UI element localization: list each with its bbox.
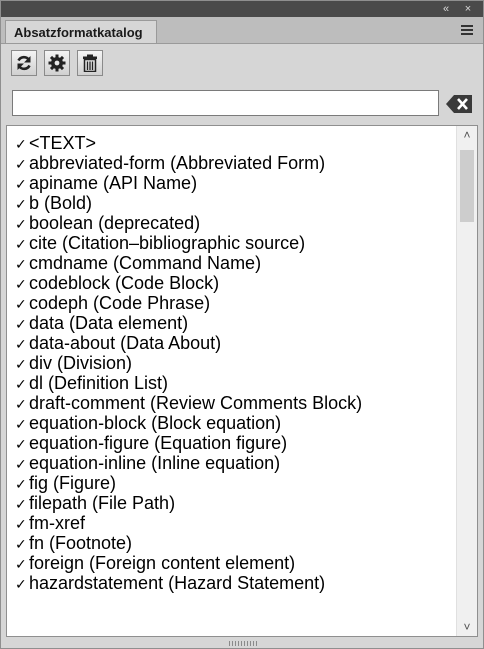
list-item[interactable]: ✓ filepath (File Path) xyxy=(7,493,455,513)
scroll-down-icon[interactable]: ˅ xyxy=(457,618,477,636)
checkmark-icon: ✓ xyxy=(15,176,27,192)
list-item-label: equation-inline (Inline equation) xyxy=(29,453,281,473)
paragraph-catalog-panel: « × Absatzformatkatalog ✓ <TEXT> ✓ abbre… xyxy=(0,0,484,649)
checkmark-icon: ✓ xyxy=(15,396,27,412)
checkmark-icon: ✓ xyxy=(15,556,27,572)
checkmark-icon: ✓ xyxy=(15,336,27,352)
list-item[interactable]: ✓ codeph (Code Phrase) xyxy=(7,293,455,313)
refresh-icon xyxy=(17,55,31,71)
list-item-label: div (Division) xyxy=(29,353,133,373)
list-item-label: filepath (File Path) xyxy=(29,493,176,513)
panel-tab-bar: Absatzformatkatalog xyxy=(1,17,483,44)
paragraph-format-list[interactable]: ✓ <TEXT> ✓ abbreviated-form (Abbreviated Fo… xyxy=(6,125,478,637)
checkmark-icon: ✓ xyxy=(15,216,27,232)
checkmark-icon: ✓ xyxy=(15,236,27,252)
list-item[interactable]: ✓ apiname (API Name) xyxy=(7,173,455,193)
list-item-label: foreign (Foreign content element) xyxy=(29,553,296,573)
checkmark-icon: ✓ xyxy=(15,316,27,332)
checkmark-icon: ✓ xyxy=(15,536,27,552)
checkmark-icon: ✓ xyxy=(15,156,27,172)
checkmark-icon: ✓ xyxy=(15,576,27,592)
close-panel-icon[interactable]: × xyxy=(461,2,475,16)
list-item[interactable]: ✓ hazardstatement (Hazard Statement) xyxy=(7,573,455,593)
list-item-label: fn (Footnote) xyxy=(29,533,133,553)
list-item[interactable]: ✓ data (Data element) xyxy=(7,313,455,333)
delete-button[interactable] xyxy=(77,50,103,76)
list-item[interactable]: ✓ boolean (deprecated) xyxy=(7,213,455,233)
checkmark-icon: ✓ xyxy=(15,196,27,212)
refresh-button[interactable] xyxy=(11,50,37,76)
list-item-label: equation-figure (Equation figure) xyxy=(29,433,288,453)
checkmark-icon: ✓ xyxy=(15,476,27,492)
list-item-label: fig (Figure) xyxy=(29,473,117,493)
list-item-label: data (Data element) xyxy=(29,313,189,333)
list-item-label: apiname (API Name) xyxy=(29,173,198,193)
checkmark-icon: ✓ xyxy=(15,456,27,472)
list-item[interactable]: ✓ b (Bold) xyxy=(7,193,455,213)
list-item-label: hazardstatement (Hazard Statement) xyxy=(29,573,326,593)
list-item-label: draft-comment (Review Comments Block) xyxy=(29,393,363,413)
list-item[interactable]: ✓ equation-figure (Equation figure) xyxy=(7,433,455,453)
catalog-search-input[interactable] xyxy=(12,90,439,116)
list-item[interactable]: ✓ equation-block (Block equation) xyxy=(7,413,455,433)
scroll-thumb[interactable] xyxy=(460,150,474,222)
checkmark-icon: ✓ xyxy=(15,136,27,152)
list-item-label: <TEXT> xyxy=(29,133,97,153)
checkmark-icon: ✓ xyxy=(15,376,27,392)
checkmark-icon: ✓ xyxy=(15,356,27,372)
checkmark-icon: ✓ xyxy=(15,516,27,532)
list-item-label: dl (Definition List) xyxy=(29,373,169,393)
panel-menu-icon[interactable] xyxy=(461,25,473,35)
list-item[interactable]: ✓ div (Division) xyxy=(7,353,455,373)
list-item-label: codeblock (Code Block) xyxy=(29,273,220,293)
scroll-up-icon[interactable]: ˄ xyxy=(457,126,477,144)
list-item-label: boolean (deprecated) xyxy=(29,213,201,233)
vertical-scrollbar[interactable]: ˄ ˅ xyxy=(456,126,477,636)
list-item[interactable]: ✓ equation-inline (Inline equation) xyxy=(7,453,455,473)
checkmark-icon: ✓ xyxy=(15,496,27,512)
list-item[interactable]: ✓ abbreviated-form (Abbreviated Form) xyxy=(7,153,455,173)
list-item[interactable]: ✓ data-about (Data About) xyxy=(7,333,455,353)
collapse-panel-icon[interactable]: « xyxy=(439,2,453,16)
list-item[interactable]: ✓ foreign (Foreign content element) xyxy=(7,553,455,573)
list-item[interactable]: ✓ fig (Figure) xyxy=(7,473,455,493)
list-item-label: b (Bold) xyxy=(29,193,93,213)
checkmark-icon: ✓ xyxy=(15,416,27,432)
list-item[interactable]: ✓ dl (Definition List) xyxy=(7,373,455,393)
list-item[interactable]: ✓ fm-xref xyxy=(7,513,455,533)
list-item[interactable]: ✓ fn (Footnote) xyxy=(7,533,455,553)
list-item-label: abbreviated-form (Abbreviated Form) xyxy=(29,153,326,173)
gear-icon xyxy=(48,54,66,72)
checkmark-icon: ✓ xyxy=(15,276,27,292)
list-item-label: codeph (Code Phrase) xyxy=(29,293,211,313)
trash-icon xyxy=(83,54,97,72)
list-item[interactable]: ✓ cmdname (Command Name) xyxy=(7,253,455,273)
format-list: ✓ <TEXT> ✓ abbreviated-form (Abbreviated Fo… xyxy=(7,133,455,593)
list-item-label: cite (Citation–bibliographic source) xyxy=(29,233,306,253)
settings-button[interactable] xyxy=(44,50,70,76)
clear-search-icon xyxy=(446,95,472,113)
panel-title-strip: « × xyxy=(1,1,483,17)
checkmark-icon: ✓ xyxy=(15,256,27,272)
list-item-label: cmdname (Command Name) xyxy=(29,253,262,273)
tab-paragraph-catalog[interactable]: Absatzformatkatalog xyxy=(5,20,157,43)
checkmark-icon: ✓ xyxy=(15,436,27,452)
list-item[interactable]: ✓ draft-comment (Review Comments Block) xyxy=(7,393,455,413)
list-item[interactable]: ✓ codeblock (Code Block) xyxy=(7,273,455,293)
list-item-label: equation-block (Block equation) xyxy=(29,413,282,433)
list-item-label: fm-xref xyxy=(29,513,85,533)
list-item[interactable]: ✓ cite (Citation–bibliographic source) xyxy=(7,233,455,253)
clear-search-button[interactable] xyxy=(445,94,473,114)
list-item-label: data-about (Data About) xyxy=(29,333,222,353)
list-item[interactable]: ✓ <TEXT> xyxy=(7,133,455,153)
resize-grip[interactable] xyxy=(229,641,257,646)
checkmark-icon: ✓ xyxy=(15,296,27,312)
